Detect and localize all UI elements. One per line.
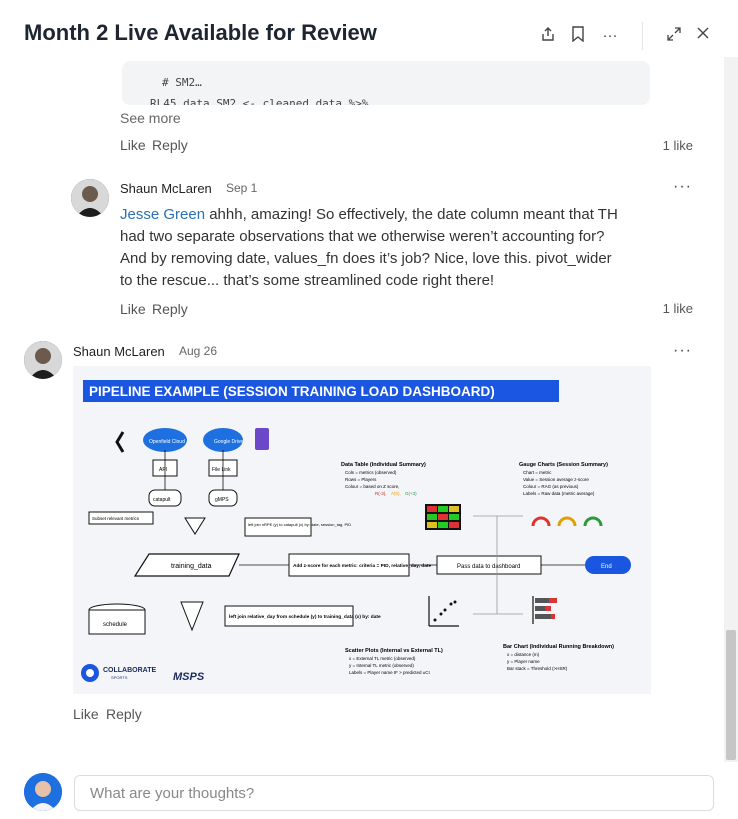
svg-text:Labels = Raw data (metric aver: Labels = Raw data (metric average) [523, 491, 595, 496]
comment-date: Aug 26 [179, 344, 218, 358]
comment-date: Sep 1 [226, 181, 258, 195]
like-button[interactable]: Like [120, 301, 146, 317]
svg-text:Data Table (Individual Summary: Data Table (Individual Summary) [341, 462, 426, 468]
comment-author[interactable]: Shaun McLaren [120, 181, 212, 196]
svg-text:schedule: schedule [103, 622, 128, 628]
svg-text:A(0),: A(0), [391, 491, 401, 496]
svg-text:API: API [159, 467, 167, 473]
svg-text:Scatter Plots (Internal vs Ext: Scatter Plots (Internal vs External TL) [345, 648, 443, 654]
code-line: # SM2… [162, 76, 202, 89]
svg-text:Gauge Charts (Session Summary): Gauge Charts (Session Summary) [519, 462, 608, 468]
scrollbar-thumb[interactable] [726, 630, 736, 760]
slide-title: PIPELINE EXAMPLE (SESSION TRAINING LOAD … [89, 384, 495, 399]
svg-text:gMPS: gMPS [215, 497, 229, 503]
like-count[interactable]: 1 like [630, 138, 693, 153]
expand-icon[interactable] [664, 26, 684, 46]
page-title: Month 2 Live Available for Review [24, 20, 377, 45]
svg-text:Cols = metrics (observed): Cols = metrics (observed) [345, 470, 397, 475]
header-divider [642, 22, 643, 50]
reply-button[interactable]: Reply [152, 301, 188, 317]
svg-text:x = External TL metric (observ: x = External TL metric (observed) [349, 656, 416, 661]
comment-text-line: And by removing date, values_fn does it’… [120, 250, 612, 267]
like-button[interactable]: Like [120, 137, 146, 153]
code-line: RL45_data_SM2 <- cleaned_data %>% [150, 97, 369, 105]
svg-text:x = distance (m): x = distance (m) [507, 652, 540, 657]
mention-link[interactable]: Jesse Green [120, 206, 205, 223]
svg-text:Pass data to dashboard: Pass data to dashboard [457, 564, 520, 570]
like-button[interactable]: Like [73, 706, 99, 722]
comment-more-icon[interactable]: ··· [673, 178, 692, 196]
svg-text:y = Internal TL metric (observ: y = Internal TL metric (observed) [349, 663, 414, 668]
svg-text:SPORTS: SPORTS [111, 675, 128, 680]
svg-text:Openfield Cloud: Openfield Cloud [149, 439, 185, 445]
svg-text:Value = Session average z-scor: Value = Session average z-score [523, 477, 589, 482]
avatar[interactable] [71, 179, 109, 217]
share-icon[interactable] [538, 26, 558, 46]
current-user-avatar[interactable] [24, 773, 62, 811]
svg-text:y = Player name: y = Player name [507, 659, 540, 664]
svg-text:Colour = based on Z score,: Colour = based on Z score, [345, 484, 399, 489]
code-block: # SM2… RL45_data_SM2 <- cleaned_data %>% [122, 61, 650, 105]
svg-text:Bar stack = Threshold (>HSR): Bar stack = Threshold (>HSR) [507, 666, 568, 671]
svg-text:left join nRPE (y) to catapult: left join nRPE (y) to catapult (x) by: d… [248, 522, 351, 527]
svg-text:Rows = Players: Rows = Players [345, 477, 377, 482]
close-icon[interactable] [693, 26, 713, 46]
svg-text:End: End [601, 564, 612, 570]
svg-text:Subset relevant metrics: Subset relevant metrics [92, 516, 140, 521]
comment-author[interactable]: Shaun McLaren [73, 344, 165, 359]
comment-input[interactable]: What are your thoughts? [74, 775, 714, 811]
comment-more-icon[interactable]: ··· [673, 342, 692, 360]
svg-text:Colour = RAG (as previous): Colour = RAG (as previous) [523, 484, 579, 489]
more-icon[interactable]: ··· [600, 26, 620, 46]
like-count[interactable]: 1 like [630, 301, 693, 316]
svg-text:left join relative_day from sc: left join relative_day from schedule (y)… [229, 614, 381, 620]
svg-text:training_data: training_data [171, 563, 212, 570]
svg-text:Add z-score for each metric: c: Add z-score for each metric: criteria = … [293, 563, 431, 569]
avatar[interactable] [24, 341, 62, 379]
svg-text:Chart = metric: Chart = metric [523, 470, 552, 475]
comment-text-line: to the rescue... that’s some streamlined… [120, 272, 495, 289]
comment-text-line: had two separate observations that we ot… [120, 228, 605, 245]
comment-text-line: ahhh, amazing! So effectively, the date … [205, 206, 618, 223]
svg-text:COLLABORATE: COLLABORATE [103, 667, 156, 674]
reply-button[interactable]: Reply [152, 137, 188, 153]
see-more-link[interactable]: See more [120, 110, 181, 126]
svg-text:G(+3): G(+3) [405, 491, 417, 496]
comment-body: Jesse Green ahhh, amazing! So effectivel… [120, 204, 650, 292]
svg-text:Google Drive: Google Drive [214, 439, 243, 445]
reply-button[interactable]: Reply [106, 706, 142, 722]
svg-text:Labels = Player name IF > pred: Labels = Player name IF > predicted ±CI [349, 670, 430, 675]
attached-image[interactable]: PIPELINE EXAMPLE (SESSION TRAINING LOAD … [73, 366, 651, 694]
svg-text:R(-3),: R(-3), [375, 491, 387, 496]
svg-text:Bar Chart (Individual Running: Bar Chart (Individual Running Breakdown) [503, 644, 614, 650]
bookmark-icon[interactable] [568, 26, 588, 46]
svg-text:File Link: File Link [212, 467, 231, 473]
svg-text:catapult: catapult [153, 497, 171, 503]
svg-text:MSPS: MSPS [173, 671, 205, 683]
